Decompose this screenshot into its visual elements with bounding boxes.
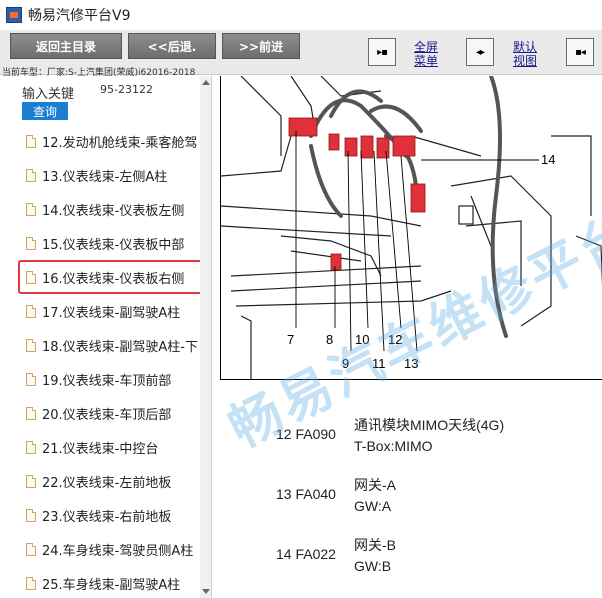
tree-item[interactable]: 18.仪表线束-副驾驶A柱-下: [0, 328, 200, 362]
home-button[interactable]: 返回主目录: [10, 33, 122, 59]
default-view-link[interactable]: 默认 视图: [513, 40, 537, 68]
sidebar: 输入关键 95-23122 查询 12.发动机舱线束-乘客舱驾 13.仪表线束-…: [0, 76, 212, 598]
title-bar: 畅易汽修平台V9: [0, 0, 602, 30]
document-icon: [26, 542, 36, 556]
document-icon: [26, 202, 36, 216]
document-icon: [26, 576, 36, 590]
callout-13: 13: [404, 356, 419, 371]
tree-item[interactable]: 25.车身线束-副驾驶A柱: [0, 566, 200, 598]
legend-description: 通讯模块MIMO天线(4G) T-Box:MIMO: [354, 417, 505, 454]
tree-item[interactable]: 17.仪表线束-副驾驶A柱: [0, 294, 200, 328]
document-icon: [26, 440, 36, 454]
split-view-button[interactable]: ◂▸: [466, 38, 494, 66]
search-label: 输入关键: [22, 87, 75, 102]
diagram-panel: 14 7 8 9 10 11 12 13 12 FA090 通讯模块MIMO天线…: [213, 76, 602, 598]
document-icon: [26, 508, 36, 522]
tree-item[interactable]: 21.仪表线束-中控台: [0, 430, 200, 464]
tree-item[interactable]: 15.仪表线束-仪表板中部: [0, 226, 200, 260]
legend-description: 网关-B GW:B: [354, 537, 396, 574]
circuit-tree: 12.发动机舱线束-乘客舱驾 13.仪表线束-左侧A柱 14.仪表线束-仪表板左…: [0, 124, 204, 598]
document-icon: [26, 134, 36, 148]
tree-item[interactable]: 19.仪表线束-车顶前部: [0, 362, 200, 396]
forward-button[interactable]: >>前进: [222, 33, 300, 59]
default-label: 默认: [513, 40, 538, 54]
app-logo-icon: [6, 7, 22, 23]
legend-code: 14 FA022: [276, 546, 336, 562]
callout-9: 9: [342, 356, 350, 371]
callout-11: 11: [372, 356, 386, 371]
document-icon: [26, 372, 36, 386]
back-button[interactable]: <<后退.: [128, 33, 216, 59]
fullscreen-menu-link[interactable]: 全屏 菜单: [414, 40, 438, 68]
menu-label: 菜单: [414, 54, 439, 68]
tree-item[interactable]: 14.仪表线束-仪表板左侧: [0, 192, 200, 226]
tree-item[interactable]: 13.仪表线束-左侧A柱: [0, 158, 200, 192]
callout-8: 8: [326, 332, 334, 347]
tree-item[interactable]: 22.仪表线束-左前地板: [0, 464, 200, 498]
callout-7: 7: [287, 332, 295, 347]
tree-item[interactable]: 12.发动机舱线束-乘客舱驾: [0, 124, 200, 158]
split-arrows-icon: ◂▸: [475, 46, 485, 58]
search-input[interactable]: 95-23122: [100, 83, 160, 96]
document-icon: [26, 338, 36, 352]
tree-item[interactable]: 23.仪表线束-右前地板: [0, 498, 200, 532]
window-title: 畅易汽修平台V9: [28, 8, 131, 24]
arrow-right-icon: ▸▪: [377, 46, 388, 58]
tree-item[interactable]: 20.仪表线束-车顶后部: [0, 396, 200, 430]
scroll-up-icon[interactable]: [202, 80, 210, 85]
legend-code: 13 FA040: [276, 486, 336, 502]
tree-item-selected[interactable]: 16.仪表线束-仪表板右侧: [18, 260, 204, 294]
search-button[interactable]: 查询: [22, 102, 68, 120]
diagram-drawing: [221, 76, 602, 379]
callout-14: 14: [541, 152, 556, 167]
view-label: 视图: [513, 54, 538, 68]
collapse-left-button[interactable]: ▸▪: [368, 38, 396, 66]
scroll-down-icon[interactable]: [202, 589, 210, 594]
callout-12: 12: [388, 332, 403, 347]
arrow-left-icon: ▪◂: [575, 46, 586, 58]
tree-item[interactable]: 24.车身线束-驾驶员侧A柱: [0, 532, 200, 566]
document-icon: [26, 168, 36, 182]
document-icon: [26, 304, 36, 318]
sidebar-scrollbar[interactable]: [200, 76, 211, 598]
callout-10: 10: [355, 332, 370, 347]
document-icon: [26, 270, 36, 284]
document-icon: [26, 236, 36, 250]
collapse-right-button[interactable]: ▪◂: [566, 38, 594, 66]
legend-description: 网关-A GW:A: [354, 477, 396, 514]
wiring-diagram: 14 7 8 9 10 11 12 13: [220, 76, 602, 380]
document-icon: [26, 474, 36, 488]
document-icon: [26, 406, 36, 420]
toolbar: 返回主目录 <<后退. >>前进 ▸▪ 全屏 菜单 ◂▸ 默认 视图 ▪◂ 当前…: [0, 30, 602, 78]
legend-code: 12 FA090: [276, 426, 336, 442]
fullscreen-label: 全屏: [414, 40, 439, 54]
